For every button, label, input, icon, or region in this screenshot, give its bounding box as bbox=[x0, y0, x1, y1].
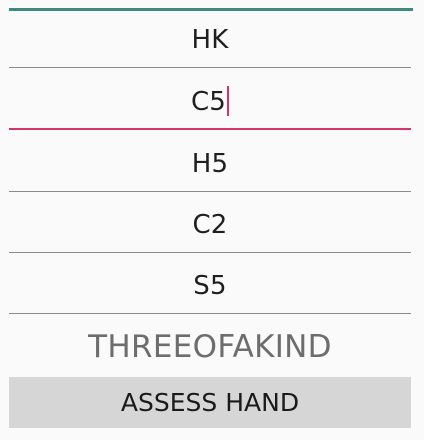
card-input-2[interactable]: C5 bbox=[9, 74, 411, 130]
card-input-5-value[interactable]: S5 bbox=[193, 271, 226, 301]
card-input-4-value[interactable]: C2 bbox=[192, 210, 227, 240]
card-input-3-underline bbox=[9, 191, 411, 192]
top-accent-bar bbox=[9, 8, 413, 11]
card-input-2-underline bbox=[9, 128, 411, 130]
hand-result-label: THREEOFAKIND bbox=[88, 329, 332, 365]
card-input-2-value[interactable]: C5 bbox=[191, 87, 226, 117]
card-input-4[interactable]: C2 bbox=[9, 197, 411, 253]
card-input-3-value[interactable]: H5 bbox=[192, 149, 229, 179]
card-input-1[interactable]: HK bbox=[9, 12, 411, 68]
card-input-3[interactable]: H5 bbox=[9, 136, 411, 192]
card-input-1-value[interactable]: HK bbox=[191, 25, 228, 55]
assess-hand-button[interactable]: ASSESS HAND bbox=[9, 377, 411, 428]
card-input-5[interactable]: S5 bbox=[9, 258, 411, 314]
card-input-5-underline bbox=[9, 313, 411, 314]
card-input-4-underline bbox=[9, 252, 411, 253]
text-cursor bbox=[227, 86, 230, 116]
card-input-1-underline bbox=[9, 67, 411, 68]
